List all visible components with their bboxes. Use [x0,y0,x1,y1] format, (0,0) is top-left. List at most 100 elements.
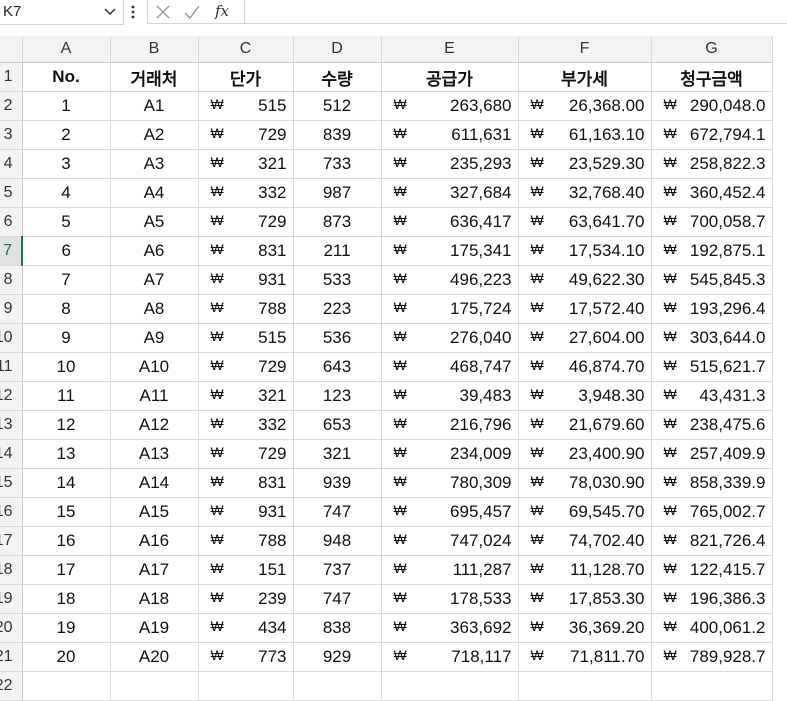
cell-vendor[interactable]: A10 [110,352,199,382]
cell-vendor[interactable]: A11 [110,381,199,411]
cell-qty[interactable]: 123 [293,381,382,411]
cell-unit-price[interactable]: ₩729 [198,120,294,150]
cell-unit-price[interactable]: ₩321 [198,381,294,411]
cell-qty[interactable]: 987 [293,178,382,208]
cell-supply[interactable]: ₩234,009 [381,439,519,469]
row-header[interactable]: 12 [0,381,23,411]
cell-total[interactable]: ₩192,875.1 [651,236,773,266]
cell-total[interactable]: ₩122,415.7 [651,555,773,585]
cell-total[interactable]: ₩360,452.4 [651,178,773,208]
cell-no[interactable]: 18 [22,584,111,614]
cell-supply[interactable]: ₩695,457 [381,497,519,527]
cell-vendor[interactable]: A1 [110,91,199,121]
cell-header-qty[interactable]: 수량 [293,62,382,92]
cell-vat[interactable]: ₩21,679.60 [518,410,652,440]
cell-total[interactable]: ₩257,409.9 [651,439,773,469]
cell-total[interactable]: ₩858,339.9 [651,468,773,498]
cell-no[interactable]: 3 [22,149,111,179]
empty-cell[interactable] [651,671,773,701]
cell-vat[interactable]: ₩32,768.40 [518,178,652,208]
cell-vat[interactable]: ₩46,874.70 [518,352,652,382]
cell-qty[interactable]: 653 [293,410,382,440]
cell-qty[interactable]: 948 [293,526,382,556]
more-options-icon[interactable] [128,3,138,21]
cell-qty[interactable]: 839 [293,120,382,150]
empty-cell[interactable] [293,671,382,701]
insert-function-icon[interactable]: fx [214,1,236,21]
cell-qty[interactable]: 747 [293,497,382,527]
row-header[interactable]: 5 [0,178,23,208]
cell-header-total[interactable]: 청구금액 [651,62,773,92]
cell-no[interactable]: 11 [22,381,111,411]
cell-supply[interactable]: ₩263,680 [381,91,519,121]
cell-vat[interactable]: ₩49,622.30 [518,265,652,295]
cell-vendor[interactable]: A13 [110,439,199,469]
cell-vat[interactable]: ₩11,128.70 [518,555,652,585]
cell-qty[interactable]: 929 [293,642,382,672]
cell-total[interactable]: ₩193,296.4 [651,294,773,324]
cell-unit-price[interactable]: ₩151 [198,555,294,585]
cell-vendor[interactable]: A4 [110,178,199,208]
cell-unit-price[interactable]: ₩788 [198,526,294,556]
cell-unit-price[interactable]: ₩332 [198,178,294,208]
cell-total[interactable]: ₩672,794.1 [651,120,773,150]
cell-total[interactable]: ₩545,845.3 [651,265,773,295]
cell-supply[interactable]: ₩39,483 [381,381,519,411]
cell-vendor[interactable]: A17 [110,555,199,585]
row-header[interactable]: 9 [0,294,23,324]
cell-vendor[interactable]: A6 [110,236,199,266]
row-header[interactable]: 10 [0,323,23,353]
cell-unit-price[interactable]: ₩729 [198,439,294,469]
cell-supply[interactable]: ₩611,631 [381,120,519,150]
cell-vat[interactable]: ₩63,641.70 [518,207,652,237]
formula-input[interactable] [245,0,787,24]
cell-supply[interactable]: ₩636,417 [381,207,519,237]
cell-supply[interactable]: ₩496,223 [381,265,519,295]
cell-no[interactable]: 12 [22,410,111,440]
cell-vat[interactable]: ₩71,811.70 [518,642,652,672]
cell-qty[interactable]: 211 [293,236,382,266]
row-header[interactable]: 14 [0,439,23,469]
cell-vat[interactable]: ₩3,948.30 [518,381,652,411]
cell-no[interactable]: 13 [22,439,111,469]
cell-qty[interactable]: 733 [293,149,382,179]
cell-unit-price[interactable]: ₩831 [198,236,294,266]
cell-total[interactable]: ₩290,048.0 [651,91,773,121]
row-header[interactable]: 13 [0,410,23,440]
cell-vat[interactable]: ₩23,529.30 [518,149,652,179]
cell-total[interactable]: ₩515,621.7 [651,352,773,382]
cancel-icon[interactable] [154,3,172,21]
empty-cell[interactable] [198,671,294,701]
cell-no[interactable]: 1 [22,91,111,121]
column-header[interactable]: D [293,36,382,63]
cell-no[interactable]: 14 [22,468,111,498]
row-header[interactable]: 4 [0,149,23,179]
cell-header-no[interactable]: No. [22,62,111,92]
cell-vat[interactable]: ₩27,604.00 [518,323,652,353]
cell-vendor[interactable]: A8 [110,294,199,324]
select-all-corner[interactable] [0,36,23,63]
cell-unit-price[interactable]: ₩729 [198,352,294,382]
cell-unit-price[interactable]: ₩239 [198,584,294,614]
cell-vendor[interactable]: A2 [110,120,199,150]
cell-supply[interactable]: ₩216,796 [381,410,519,440]
cell-no[interactable]: 16 [22,526,111,556]
cell-total[interactable]: ₩43,431.3 [651,381,773,411]
cell-no[interactable]: 6 [22,236,111,266]
row-header[interactable]: 7 [0,236,23,266]
cell-no[interactable]: 19 [22,613,111,643]
cell-no[interactable]: 2 [22,120,111,150]
cell-unit-price[interactable]: ₩773 [198,642,294,672]
cell-supply[interactable]: ₩718,117 [381,642,519,672]
cell-vendor[interactable]: A15 [110,497,199,527]
row-header[interactable]: 21 [0,642,23,672]
row-header[interactable]: 15 [0,468,23,498]
cell-supply[interactable]: ₩327,684 [381,178,519,208]
cell-total[interactable]: ₩789,928.7 [651,642,773,672]
cell-header-unit-price[interactable]: 단가 [198,62,294,92]
cell-no[interactable]: 8 [22,294,111,324]
column-header[interactable]: B [110,36,199,63]
cell-vat[interactable]: ₩61,163.10 [518,120,652,150]
cell-unit-price[interactable]: ₩729 [198,207,294,237]
cell-supply[interactable]: ₩780,309 [381,468,519,498]
